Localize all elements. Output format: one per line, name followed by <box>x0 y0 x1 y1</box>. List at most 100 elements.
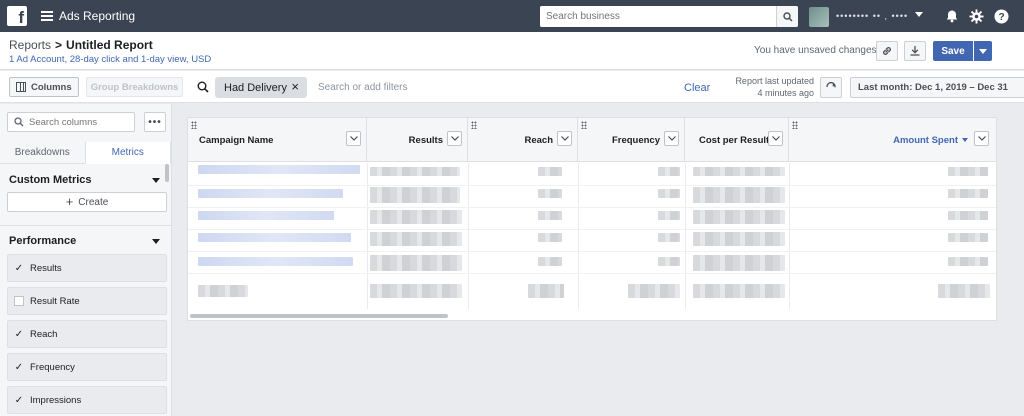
metric-label: Impressions <box>30 394 82 406</box>
column-header-reach[interactable]: Reach <box>468 118 578 162</box>
remove-filter-close-icon[interactable]: × <box>291 80 299 93</box>
checkmark-icon: ✓ <box>14 328 24 340</box>
metric-item-reach[interactable]: ✓ Reach <box>7 320 167 348</box>
column-header-campaign-name[interactable]: Campaign Name <box>188 118 367 162</box>
redacted-cost-value <box>693 167 785 176</box>
group-breakdowns-button[interactable]: Group Breakdowns <box>86 77 183 97</box>
metric-item-impressions[interactable]: ✓ Impressions <box>7 386 167 414</box>
redacted-total-label <box>198 285 248 297</box>
sidebar-tabs: Breakdowns Metrics <box>0 142 171 164</box>
redacted-campaign-name[interactable] <box>198 189 343 198</box>
report-toolbar: Columns Group Breakdowns Had Delivery × … <box>0 71 1024 103</box>
redacted-frequency-value <box>658 257 680 266</box>
column-header-cost-per-result[interactable]: Cost per Result <box>685 118 789 162</box>
chevron-down-icon[interactable] <box>768 131 783 146</box>
drag-handle-icon[interactable] <box>471 121 477 129</box>
redacted-campaign-name[interactable] <box>198 211 334 220</box>
column-header-label: Cost per Result <box>699 135 770 146</box>
unsaved-changes-status: You have unsaved changes <box>754 45 877 56</box>
download-icon <box>910 45 920 56</box>
redacted-reach-value <box>538 167 562 176</box>
performance-heading[interactable]: Performance <box>9 235 76 247</box>
refresh-button[interactable] <box>820 77 842 98</box>
row-divider <box>188 251 996 252</box>
column-header-results[interactable]: Results <box>367 118 468 162</box>
business-search-input[interactable] <box>540 6 776 27</box>
report-settings-link[interactable]: 1 Ad Account, 28-day click and 1-day vie… <box>9 54 211 65</box>
more-options-button[interactable]: ••• <box>144 112 166 132</box>
redacted-campaign-name[interactable] <box>198 257 353 266</box>
table-horizontal-scrollbar[interactable] <box>190 314 448 318</box>
clear-filters-link[interactable]: Clear <box>684 82 710 94</box>
metric-item-results[interactable]: ✓ Results <box>7 254 167 282</box>
row-divider <box>188 273 996 274</box>
app-title: Ads Reporting <box>59 9 136 23</box>
sidebar-scrollbar[interactable] <box>165 164 169 182</box>
date-range-picker[interactable]: Last month: Dec 1, 2019 – Dec 31 <box>850 77 1024 98</box>
chevron-down-icon <box>979 48 987 54</box>
tab-metrics[interactable]: Metrics <box>84 142 171 164</box>
columns-button[interactable]: Columns <box>9 77 79 97</box>
drag-handle-icon[interactable] <box>191 121 197 129</box>
chevron-down-icon[interactable] <box>664 131 679 146</box>
table-body <box>188 163 996 309</box>
facebook-logo-icon[interactable]: f <box>7 6 27 26</box>
settings-gear-icon[interactable] <box>968 8 984 24</box>
breadcrumb-reports-link[interactable]: Reports <box>9 38 51 52</box>
tab-breakdowns[interactable]: Breakdowns <box>0 142 85 163</box>
column-search <box>7 112 135 132</box>
save-options-dropdown[interactable] <box>974 41 992 61</box>
column-search-input[interactable] <box>29 116 125 128</box>
report-title[interactable]: Untitled Report <box>66 38 153 52</box>
account-name[interactable]: •••••••• •• , •••• <box>836 11 908 21</box>
chevron-down-icon[interactable] <box>447 131 462 146</box>
report-table: Campaign Name Results Reach Frequency Co… <box>187 117 997 321</box>
help-question-icon[interactable]: ? <box>993 8 1009 24</box>
custom-metrics-heading[interactable]: Custom Metrics <box>9 174 92 186</box>
search-icon <box>782 11 793 22</box>
redacted-cost-total <box>693 284 785 298</box>
notifications-bell-icon[interactable] <box>944 8 960 24</box>
redacted-reach-value <box>538 189 562 198</box>
filter-chip-had-delivery[interactable]: Had Delivery × <box>215 77 307 98</box>
redacted-results-value <box>370 167 460 176</box>
drag-handle-icon[interactable] <box>581 121 587 129</box>
metric-item-frequency[interactable]: ✓ Frequency <box>7 353 167 381</box>
chevron-down-icon[interactable] <box>557 131 572 146</box>
share-link-button[interactable] <box>876 41 898 61</box>
filter-chip-label: Had Delivery <box>224 81 287 94</box>
redacted-reach-value <box>538 233 562 242</box>
redacted-frequency-value <box>658 167 680 176</box>
search-icon <box>197 81 209 93</box>
checkbox-empty-icon[interactable] <box>14 296 24 306</box>
metric-label: Results <box>30 262 62 274</box>
redacted-amount-value <box>948 233 988 242</box>
drag-handle-icon[interactable] <box>792 121 798 129</box>
metric-item-result-rate[interactable]: Result Rate <box>7 287 167 315</box>
top-navigation-bar: f Ads Reporting •••••••• •• , •••• ? <box>0 0 1024 32</box>
redacted-cost-value <box>693 255 785 271</box>
column-header-amount-spent[interactable]: Amount Spent <box>789 118 996 162</box>
hamburger-menu-icon[interactable] <box>41 11 53 21</box>
performance-chevron-down-icon[interactable] <box>152 239 160 244</box>
redacted-amount-value <box>948 257 988 266</box>
redacted-campaign-name[interactable] <box>198 165 360 174</box>
export-download-button[interactable] <box>904 41 926 61</box>
redacted-campaign-name[interactable] <box>198 233 351 242</box>
chevron-down-icon[interactable] <box>974 131 989 146</box>
account-avatar[interactable] <box>809 7 829 27</box>
create-button-label: Create <box>78 196 109 208</box>
chevron-down-icon[interactable] <box>346 131 361 146</box>
account-chevron-down-icon[interactable] <box>915 12 923 17</box>
redacted-reach-total <box>528 284 564 298</box>
create-custom-metric-button[interactable]: + Create <box>7 192 167 212</box>
column-header-frequency[interactable]: Frequency <box>578 118 685 162</box>
redacted-frequency-value <box>658 189 680 198</box>
custom-metrics-chevron-down-icon[interactable] <box>152 178 160 183</box>
search-button[interactable] <box>776 6 798 27</box>
save-button[interactable]: Save <box>933 41 973 61</box>
checkmark-icon: ✓ <box>14 361 24 373</box>
breadcrumb-separator: > <box>55 38 63 52</box>
filter-search-input[interactable]: Search or add filters <box>318 82 408 93</box>
column-header-label: Results <box>408 135 443 146</box>
